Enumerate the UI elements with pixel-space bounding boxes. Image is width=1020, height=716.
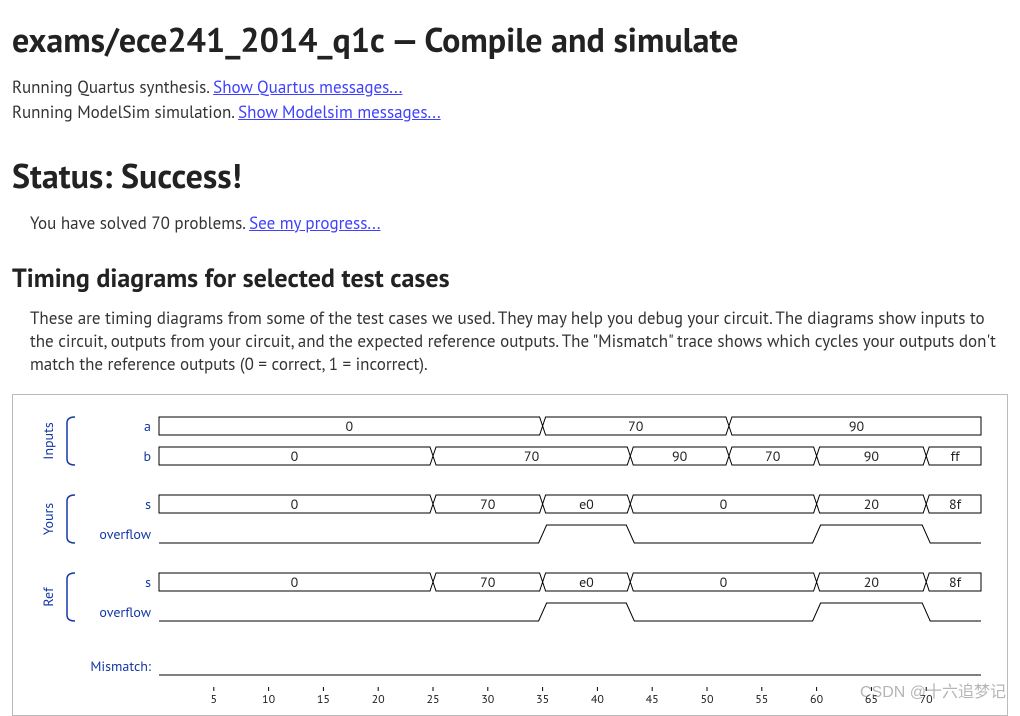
svg-text:0: 0 [720, 495, 728, 513]
svg-text:90: 90 [672, 447, 688, 465]
modelsim-link[interactable]: Show Modelsim messages... [238, 101, 440, 123]
svg-text:20: 20 [864, 495, 880, 513]
svg-text:90: 90 [864, 447, 880, 465]
svg-text:8f: 8f [949, 573, 962, 591]
quartus-link[interactable]: Show Quartus messages... [213, 76, 402, 98]
timing-desc: These are timing diagrams from some of t… [30, 307, 1008, 376]
quartus-line: Running Quartus synthesis. Show Quartus … [12, 76, 1008, 99]
svg-text:30: 30 [481, 692, 495, 707]
status-heading: Status: Success! [12, 154, 1008, 198]
svg-text:a: a [144, 417, 151, 435]
svg-text:10: 10 [262, 692, 276, 707]
svg-text:70: 70 [480, 573, 496, 591]
svg-text:e0: e0 [579, 573, 594, 591]
svg-text:70: 70 [524, 447, 540, 465]
svg-text:b: b [143, 447, 151, 465]
svg-text:Ref: Ref [39, 587, 57, 607]
svg-text:0: 0 [345, 417, 353, 435]
svg-text:0: 0 [720, 573, 728, 591]
svg-text:20: 20 [372, 692, 386, 707]
svg-text:s: s [145, 495, 151, 513]
svg-text:s: s [145, 573, 151, 591]
svg-text:ff: ff [951, 447, 960, 465]
svg-text:70: 70 [765, 447, 781, 465]
quartus-prefix: Running Quartus synthesis. [12, 76, 213, 98]
svg-text:50: 50 [700, 692, 714, 707]
svg-text:15: 15 [317, 692, 330, 707]
svg-text:8f: 8f [949, 495, 962, 513]
svg-text:overflow: overflow [99, 525, 151, 543]
svg-text:90: 90 [849, 417, 865, 435]
progress-prefix: You have solved 70 problems. [30, 212, 249, 234]
svg-text:25: 25 [426, 692, 439, 707]
svg-text:Mismatch:: Mismatch: [90, 657, 151, 675]
svg-text:70: 70 [920, 692, 934, 707]
svg-text:overflow: overflow [99, 603, 151, 621]
svg-text:Inputs: Inputs [39, 422, 57, 460]
timing-diagram: a 0 70 90 b 0 70 90 70 90 ff Inputs s 0 70 e0 0 20 8f overf… [12, 394, 1008, 716]
svg-text:45: 45 [646, 692, 659, 707]
modelsim-line: Running ModelSim simulation. Show Models… [12, 101, 1008, 124]
svg-text:55: 55 [755, 692, 768, 707]
svg-text:0: 0 [291, 495, 299, 513]
svg-text:65: 65 [865, 692, 878, 707]
svg-text:70: 70 [480, 495, 496, 513]
svg-text:5: 5 [211, 692, 218, 707]
svg-text:0: 0 [291, 573, 299, 591]
svg-text:40: 40 [591, 692, 605, 707]
timing-heading: Timing diagrams for selected test cases [12, 262, 1008, 295]
progress-link[interactable]: See my progress... [249, 212, 380, 234]
page-title: exams/ece241_2014_q1c — Compile and simu… [12, 18, 1008, 62]
svg-text:e0: e0 [579, 495, 594, 513]
svg-text:0: 0 [291, 447, 299, 465]
svg-text:60: 60 [810, 692, 824, 707]
svg-text:70: 70 [628, 417, 644, 435]
modelsim-prefix: Running ModelSim simulation. [12, 101, 238, 123]
svg-text:20: 20 [864, 573, 880, 591]
svg-text:35: 35 [536, 692, 549, 707]
progress-line: You have solved 70 problems. See my prog… [30, 212, 1008, 234]
svg-text:Yours: Yours [39, 502, 57, 534]
